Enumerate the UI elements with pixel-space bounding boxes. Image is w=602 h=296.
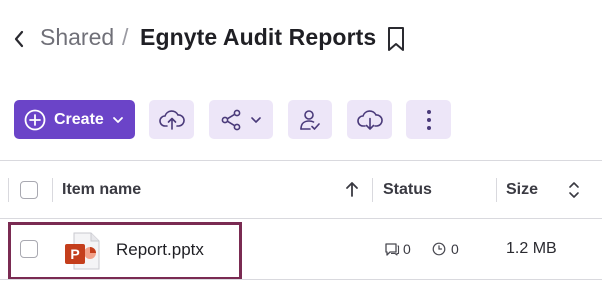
create-button[interactable]: Create [14, 100, 135, 139]
chevron-down-icon [251, 116, 261, 123]
user-check-icon [300, 109, 320, 130]
clock-icon [432, 242, 446, 256]
column-header-status[interactable]: Status [383, 181, 432, 199]
chevron-left-icon [14, 30, 24, 48]
bookmark-icon [388, 27, 404, 51]
share-icon [221, 109, 241, 130]
column-header-item-name[interactable]: Item name [62, 181, 141, 199]
tasks-count[interactable]: 0 [432, 241, 459, 257]
comments-count-value: 0 [403, 241, 411, 257]
file-size: 1.2 MB [506, 240, 557, 257]
bookmark-button[interactable] [386, 26, 408, 52]
size-sort-button[interactable] [566, 180, 582, 200]
column-divider [496, 178, 497, 202]
download-button[interactable] [347, 100, 392, 139]
comments-count[interactable]: 0 [384, 241, 411, 257]
comment-icon [385, 242, 400, 256]
select-all-checkbox[interactable] [20, 181, 38, 199]
sort-updown-icon [569, 182, 579, 198]
table-top-border [0, 160, 602, 161]
more-actions-button[interactable] [406, 100, 451, 139]
column-divider [8, 178, 9, 202]
page-title: Egnyte Audit Reports [140, 24, 377, 50]
user-access-button[interactable] [288, 100, 332, 139]
create-label: Create [54, 110, 104, 128]
tasks-count-value: 0 [451, 241, 459, 257]
plus-circle-icon [24, 109, 46, 130]
sort-button[interactable] [344, 180, 360, 198]
row-highlight-box [8, 222, 242, 280]
cloud-upload-icon [158, 109, 185, 130]
table-row-border [0, 279, 602, 280]
breadcrumb-separator: / [122, 24, 129, 50]
more-vertical-icon [426, 109, 431, 130]
column-divider [372, 178, 373, 202]
arrow-up-icon [346, 182, 358, 197]
column-divider [52, 178, 53, 202]
column-header-size[interactable]: Size [506, 181, 538, 199]
cloud-download-icon [356, 109, 383, 130]
breadcrumb-parent[interactable]: Shared [40, 24, 114, 51]
chevron-down-icon [112, 116, 123, 123]
back-button[interactable] [10, 26, 28, 52]
share-button[interactable] [209, 100, 273, 139]
upload-button[interactable] [149, 100, 194, 139]
